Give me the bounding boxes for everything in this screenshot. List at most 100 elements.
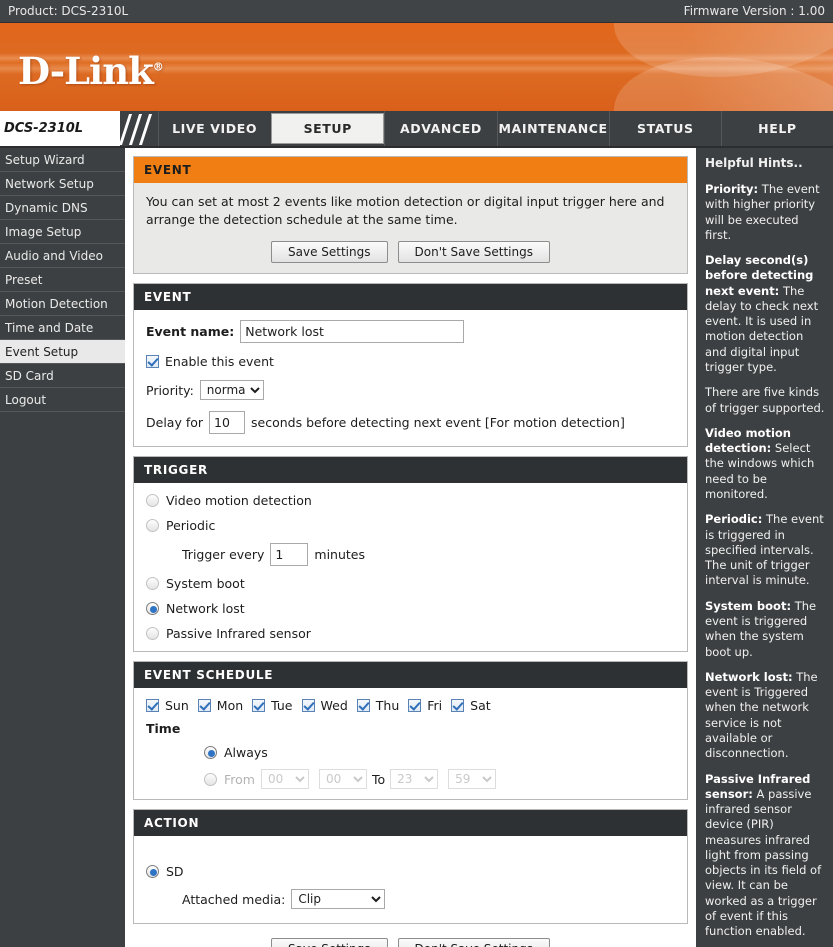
weekday-mon[interactable]: Mon — [197, 698, 244, 714]
trigger-option-system-boot[interactable]: System boot — [146, 576, 675, 591]
sidebar-item-network-setup[interactable]: Network Setup — [0, 172, 125, 196]
periodic-minutes-input[interactable] — [270, 543, 309, 567]
tab-advanced[interactable]: ADVANCED — [384, 111, 496, 146]
weekday-label-sun: Sun — [165, 698, 189, 714]
weekday-label-mon: Mon — [216, 698, 244, 714]
radio-video-motion-detection[interactable] — [146, 494, 159, 508]
delay-row: Delay for seconds before detecting next … — [146, 411, 675, 435]
trigger-option-network-lost[interactable]: Network lost — [146, 601, 675, 616]
trigger-option-periodic[interactable]: Periodic — [146, 518, 675, 533]
hint-text-passive-infrared-sensor: A passive infrared sensor device (PIR) m… — [705, 786, 822, 939]
time-option-always[interactable]: Always — [204, 745, 675, 760]
checkbox-tue[interactable] — [252, 699, 266, 713]
event-name-input[interactable] — [240, 320, 465, 344]
tab-maintenance[interactable]: MAINTENANCE — [496, 111, 609, 146]
hint-system-boot: System boot: The event is triggered when… — [705, 599, 825, 660]
enable-event-checkbox[interactable] — [146, 355, 159, 369]
hint-term-periodic: Periodic: — [705, 512, 763, 527]
event-name-row: Event name: — [146, 320, 675, 344]
hint-term-system-boot: System boot: — [705, 598, 792, 613]
save-settings-button-top[interactable]: Save Settings — [271, 241, 388, 264]
trigger-option-passive-infrared-sensor[interactable]: Passive Infrared sensor — [146, 626, 675, 641]
sidebar-item-motion-detection[interactable]: Motion Detection — [0, 292, 125, 316]
to-minute-select[interactable]: 59 — [448, 769, 497, 790]
radio-network-lost[interactable] — [146, 602, 159, 616]
hint-delay: Delay second(s) before detecting next ev… — [705, 253, 825, 375]
time-option-rows: Always From 00 00 To 23 59 — [204, 745, 675, 790]
trigger-label-periodic: Periodic — [166, 518, 216, 534]
weekday-sat[interactable]: Sat — [451, 698, 491, 713]
attached-media-label: Attached media: — [182, 891, 286, 907]
page-body: Setup Wizard Network Setup Dynamic DNS I… — [0, 148, 833, 947]
trigger-label-system-boot: System boot — [166, 576, 245, 592]
to-hour-select[interactable]: 23 — [390, 769, 439, 790]
time-section-label: Time — [146, 721, 181, 737]
weekday-wed[interactable]: Wed — [301, 698, 348, 713]
sidebar-item-audio-and-video[interactable]: Audio and Video — [0, 244, 125, 268]
weekday-thu[interactable]: Thu — [356, 698, 400, 714]
checkbox-mon[interactable] — [197, 699, 211, 713]
radio-sd[interactable] — [146, 865, 159, 879]
sidebar-item-image-setup[interactable]: Image Setup — [0, 220, 125, 244]
enable-event-row: Enable this event — [146, 354, 675, 369]
hint-trigger-kinds: There are five kinds of trigger supporte… — [705, 385, 825, 416]
sidebar-item-sd-card[interactable]: SD Card — [0, 364, 125, 388]
weekday-sun[interactable]: Sun — [146, 698, 189, 713]
save-settings-button-bottom[interactable]: Save Settings — [271, 938, 388, 947]
tab-help[interactable]: HELP — [720, 111, 833, 146]
tab-status[interactable]: STATUS — [608, 111, 721, 146]
time-to-label: To — [371, 771, 386, 787]
weekday-label-thu: Thu — [375, 698, 400, 714]
slash-decoration-icon — [118, 111, 158, 146]
time-option-range[interactable]: From 00 00 To 23 59 — [204, 769, 675, 790]
radio-time-range[interactable] — [204, 772, 217, 786]
sidebar-item-logout[interactable]: Logout — [0, 388, 125, 412]
delay-suffix-label: seconds before detecting next event [For… — [251, 415, 625, 431]
event-intro-body: You can set at most 2 events like motion… — [134, 183, 687, 274]
tab-setup[interactable]: SETUP — [271, 113, 385, 144]
main-content: EVENT You can set at most 2 events like … — [125, 148, 696, 947]
weekday-tue[interactable]: Tue — [252, 698, 293, 714]
priority-label: Priority: — [146, 382, 194, 398]
attached-media-select[interactable]: Clip — [291, 889, 386, 910]
action-option-sd[interactable]: SD — [146, 864, 675, 879]
sidebar-item-event-setup[interactable]: Event Setup — [0, 340, 125, 364]
sidebar-item-preset[interactable]: Preset — [0, 268, 125, 292]
checkbox-sat[interactable] — [451, 699, 465, 713]
checkbox-thu[interactable] — [356, 699, 370, 713]
radio-passive-infrared-sensor[interactable] — [146, 627, 159, 641]
checkbox-sun[interactable] — [146, 699, 159, 713]
product-label: Product: DCS-2310L — [8, 4, 129, 18]
from-hour-select[interactable]: 00 — [260, 769, 309, 790]
priority-select[interactable]: normal — [199, 380, 264, 401]
dont-save-settings-button-top[interactable]: Don't Save Settings — [397, 241, 550, 264]
model-name-tab: DCS-2310L — [0, 111, 120, 146]
trigger-option-video-motion-detection[interactable]: Video motion detection — [146, 493, 675, 508]
radio-system-boot[interactable] — [146, 577, 159, 591]
hint-periodic: Periodic: The event is triggered in spec… — [705, 512, 825, 588]
checkbox-wed[interactable] — [301, 699, 315, 713]
weekday-fri[interactable]: Fri — [408, 698, 442, 713]
main-navigation-bar: DCS-2310L LIVE VIDEO SETUP ADVANCED MAIN… — [0, 111, 833, 148]
nav-tab-list: LIVE VIDEO SETUP ADVANCED MAINTENANCE ST… — [158, 111, 833, 146]
dont-save-settings-button-bottom[interactable]: Don't Save Settings — [397, 938, 550, 947]
sidebar-item-dynamic-dns[interactable]: Dynamic DNS — [0, 196, 125, 220]
hint-term-priority: Priority: — [705, 181, 759, 196]
from-minute-select[interactable]: 00 — [318, 769, 367, 790]
event-schedule-panel: EVENT SCHEDULE Sun Mon Tue Wed Thu Fri S… — [133, 661, 688, 801]
sidebar-item-time-and-date[interactable]: Time and Date — [0, 316, 125, 340]
hint-network-lost: Network lost: The event is Triggered whe… — [705, 670, 825, 762]
sidebar-item-setup-wizard[interactable]: Setup Wizard — [0, 148, 125, 172]
checkbox-fri[interactable] — [408, 699, 422, 713]
action-sd-label: SD — [166, 864, 184, 880]
event-panel: EVENT Event name: Enable this event Prio… — [133, 283, 688, 448]
brand-banner: D-Link® — [0, 23, 833, 111]
delay-seconds-input[interactable] — [209, 411, 246, 435]
tab-live-video[interactable]: LIVE VIDEO — [158, 111, 270, 146]
radio-time-always[interactable] — [204, 746, 217, 760]
radio-periodic[interactable] — [146, 519, 159, 533]
priority-row: Priority: normal — [146, 380, 675, 401]
weekday-label-tue: Tue — [271, 698, 293, 714]
attached-media-row: Attached media: Clip — [182, 889, 675, 910]
hint-passive-infrared-sensor: Passive Infrared sensor: A passive infra… — [705, 772, 825, 940]
